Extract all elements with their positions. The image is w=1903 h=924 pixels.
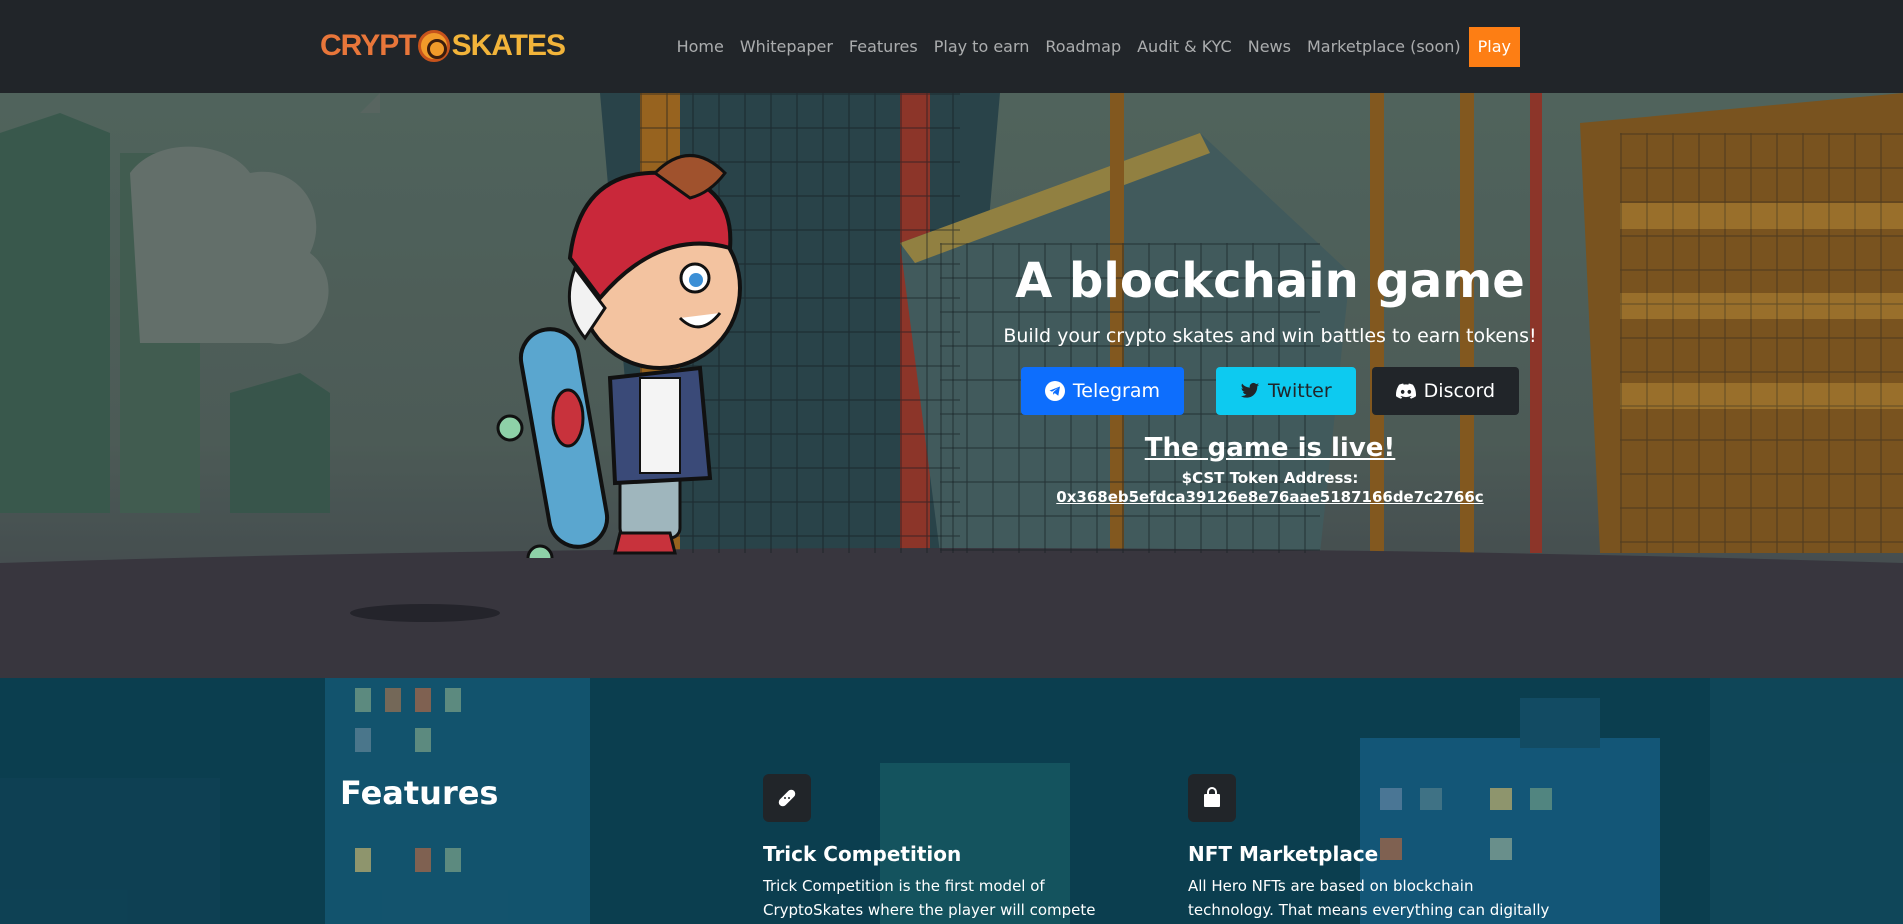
features-section: Features Trick Competition Trick Competi… xyxy=(0,678,1903,924)
twitter-label: Twitter xyxy=(1267,379,1332,402)
nav-roadmap[interactable]: Roadmap xyxy=(1037,27,1129,67)
brand-part-1: CRYPT xyxy=(320,29,417,62)
brand-logo[interactable]: CRYPT SKATES xyxy=(320,28,566,64)
nav-marketplace[interactable]: Marketplace (soon) xyxy=(1299,27,1469,67)
feature-title: NFT Marketplace xyxy=(1188,842,1379,866)
hero-overlay xyxy=(0,93,1903,678)
skater-character-illustration xyxy=(496,154,742,558)
game-live-heading: The game is live! xyxy=(1144,432,1396,463)
hero-section: A blockchain game Build your crypto skat… xyxy=(0,93,1903,678)
play-button[interactable]: Play xyxy=(1468,27,1520,67)
token-address-link[interactable]: 0x368eb5efdca39126e8e76aae5187166de7c276… xyxy=(1056,488,1483,506)
bag-icon xyxy=(1188,774,1236,822)
nav-links: Home Whitepaper Features Play to earn Ro… xyxy=(669,27,1520,67)
feature-trick-competition: Trick Competition Trick Competition is t… xyxy=(763,774,1133,924)
feature-text: All Hero NFTs are based on blockchain te… xyxy=(1188,877,1550,919)
hero-content: A blockchain game Build your crypto skat… xyxy=(1000,253,1540,506)
skate-wheel-logo-icon xyxy=(417,30,450,62)
telegram-label: Telegram xyxy=(1072,379,1160,402)
token-address-label: $CST Token Address: xyxy=(1181,468,1359,487)
social-buttons: Telegram Twitter Discord xyxy=(1000,366,1540,415)
features-title: Features xyxy=(340,774,499,812)
hero-subtitle: Build your crypto skates and win battles… xyxy=(1003,324,1537,347)
feature-text: Trick Competition is the first model of … xyxy=(763,877,1096,919)
nav-whitepaper[interactable]: Whitepaper xyxy=(732,27,841,67)
feature-title: Trick Competition xyxy=(763,842,962,866)
telegram-icon xyxy=(1044,380,1065,401)
navbar: CRYPT SKATES Home Whitepaper Features Pl… xyxy=(0,0,1903,93)
discord-icon xyxy=(1395,383,1416,399)
nav-news[interactable]: News xyxy=(1240,27,1299,67)
brand-part-2: SKATES xyxy=(451,29,566,62)
nav-play-to-earn[interactable]: Play to earn xyxy=(926,27,1038,67)
discord-button[interactable]: Discord xyxy=(1371,366,1520,415)
nav-features[interactable]: Features xyxy=(841,27,926,67)
telegram-button[interactable]: Telegram xyxy=(1020,366,1184,415)
twitter-button[interactable]: Twitter xyxy=(1215,366,1356,415)
nav-audit-kyc[interactable]: Audit & KYC xyxy=(1129,27,1240,67)
bandage-icon xyxy=(763,774,811,822)
feature-nft-marketplace: NFT Marketplace All Hero NFTs are based … xyxy=(1188,774,1558,924)
twitter-icon xyxy=(1240,382,1260,398)
hero-title: A blockchain game xyxy=(1015,253,1525,309)
discord-label: Discord xyxy=(1423,379,1496,402)
nav-home[interactable]: Home xyxy=(669,27,732,67)
